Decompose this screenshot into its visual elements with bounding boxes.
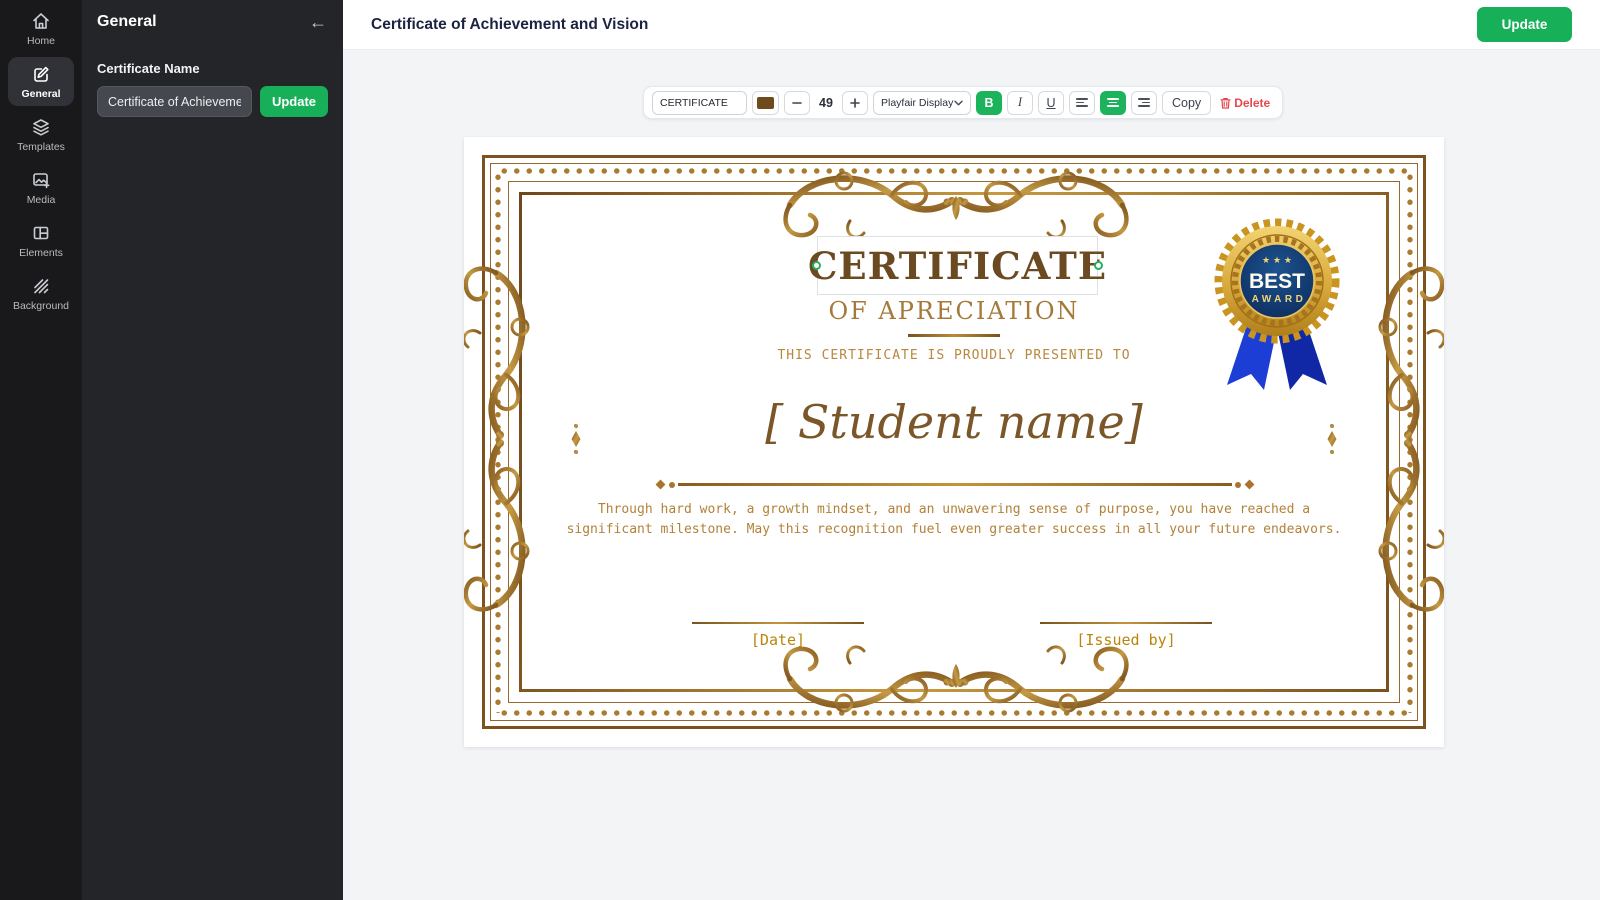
align-left-icon: [1076, 98, 1088, 107]
badge-stars: ★ ★ ★: [1262, 256, 1292, 266]
trash-icon: [1220, 97, 1231, 109]
edit-icon: [31, 64, 51, 84]
sidebar-item-label: Elements: [19, 247, 63, 259]
align-right-button[interactable]: [1131, 91, 1157, 115]
align-left-button[interactable]: [1069, 91, 1095, 115]
font-size-increase-button[interactable]: [842, 91, 868, 115]
align-center-icon: [1107, 98, 1119, 107]
font-family-select[interactable]: Playfair Display: [873, 91, 971, 115]
text-color-button[interactable]: [752, 91, 779, 115]
delete-label: Delete: [1234, 96, 1270, 110]
editor-header: Certificate of Achievement and Vision Up…: [343, 0, 1600, 50]
date-signature-line[interactable]: [Date]: [692, 622, 864, 649]
text-toolbar: 49 Playfair Display B I U Copy Delete: [643, 86, 1283, 119]
sidebar-rail: Home General Templates Media Elements Ba…: [0, 0, 82, 900]
page-title: Certificate of Achievement and Vision: [371, 16, 648, 34]
dotted-border: [498, 167, 1410, 175]
sidebar-item-general[interactable]: General: [8, 57, 74, 106]
sidebar-item-home[interactable]: Home: [8, 4, 74, 53]
underline-button[interactable]: U: [1038, 91, 1064, 115]
header-update-button[interactable]: Update: [1477, 7, 1572, 42]
badge-line1: BEST: [1249, 270, 1305, 293]
panel-update-button[interactable]: Update: [260, 86, 328, 117]
text-content-input[interactable]: [652, 91, 747, 115]
font-size-value: 49: [815, 96, 837, 110]
sidebar-item-background[interactable]: Background: [8, 269, 74, 318]
best-award-badge[interactable]: ★ ★ ★ BEST AWARD: [1211, 205, 1343, 397]
sidebar-item-label: Home: [27, 35, 55, 47]
italic-button[interactable]: I: [1007, 91, 1033, 115]
sidebar-item-media[interactable]: Media: [8, 163, 74, 212]
sidebar-item-label: Background: [13, 300, 69, 312]
general-panel: General ← Certificate Name Update: [82, 0, 343, 900]
copy-button[interactable]: Copy: [1162, 91, 1211, 115]
sidebar-item-label: Templates: [17, 141, 65, 153]
selected-text-element[interactable]: CERTIFICATE: [817, 236, 1098, 295]
issued-by-label: [Issued by]: [1076, 631, 1175, 649]
plus-icon: [850, 98, 860, 108]
delete-button[interactable]: Delete: [1216, 96, 1274, 110]
subtitle-rule: [908, 334, 1000, 337]
certificate-name-input[interactable]: [97, 86, 252, 117]
layers-icon: [31, 117, 51, 137]
panel-title: General: [97, 13, 157, 31]
align-center-button[interactable]: [1100, 91, 1126, 115]
certificate-name-label: Certificate Name: [82, 41, 343, 86]
background-icon: [31, 276, 51, 296]
issued-by-signature-line[interactable]: [Issued by]: [1040, 622, 1212, 649]
sidebar-item-elements[interactable]: Elements: [8, 216, 74, 265]
collapse-panel-button[interactable]: ←: [309, 13, 327, 31]
badge-line2: AWARD: [1252, 294, 1307, 305]
selection-handle-left[interactable]: [812, 261, 821, 270]
bold-button[interactable]: B: [976, 91, 1002, 115]
dotted-border: [498, 709, 1410, 717]
font-family-value: Playfair Display: [881, 97, 953, 109]
sidebar-item-templates[interactable]: Templates: [8, 110, 74, 159]
certificate-title: CERTIFICATE: [808, 244, 1107, 288]
certificate-body-text[interactable]: Through hard work, a growth mindset, and…: [559, 500, 1349, 540]
certificate-canvas[interactable]: CERTIFICATE OF APRECIATION THIS CERTIFIC…: [464, 137, 1444, 747]
media-icon: [31, 170, 51, 190]
selection-handle-right[interactable]: [1094, 261, 1103, 270]
font-size-decrease-button[interactable]: [784, 91, 810, 115]
home-icon: [31, 11, 51, 31]
chevron-down-icon: [954, 100, 963, 106]
align-right-icon: [1138, 98, 1150, 107]
sidebar-item-label: General: [21, 88, 60, 100]
ornament-divider: [655, 481, 1255, 488]
color-swatch-fill: [757, 97, 774, 109]
sidebar-item-label: Media: [27, 194, 56, 206]
date-label: [Date]: [751, 631, 805, 649]
student-name-text[interactable]: [ Student name]: [464, 395, 1444, 449]
elements-icon: [31, 223, 51, 243]
minus-icon: [792, 98, 802, 108]
editor-main: Certificate of Achievement and Vision Up…: [343, 0, 1600, 900]
